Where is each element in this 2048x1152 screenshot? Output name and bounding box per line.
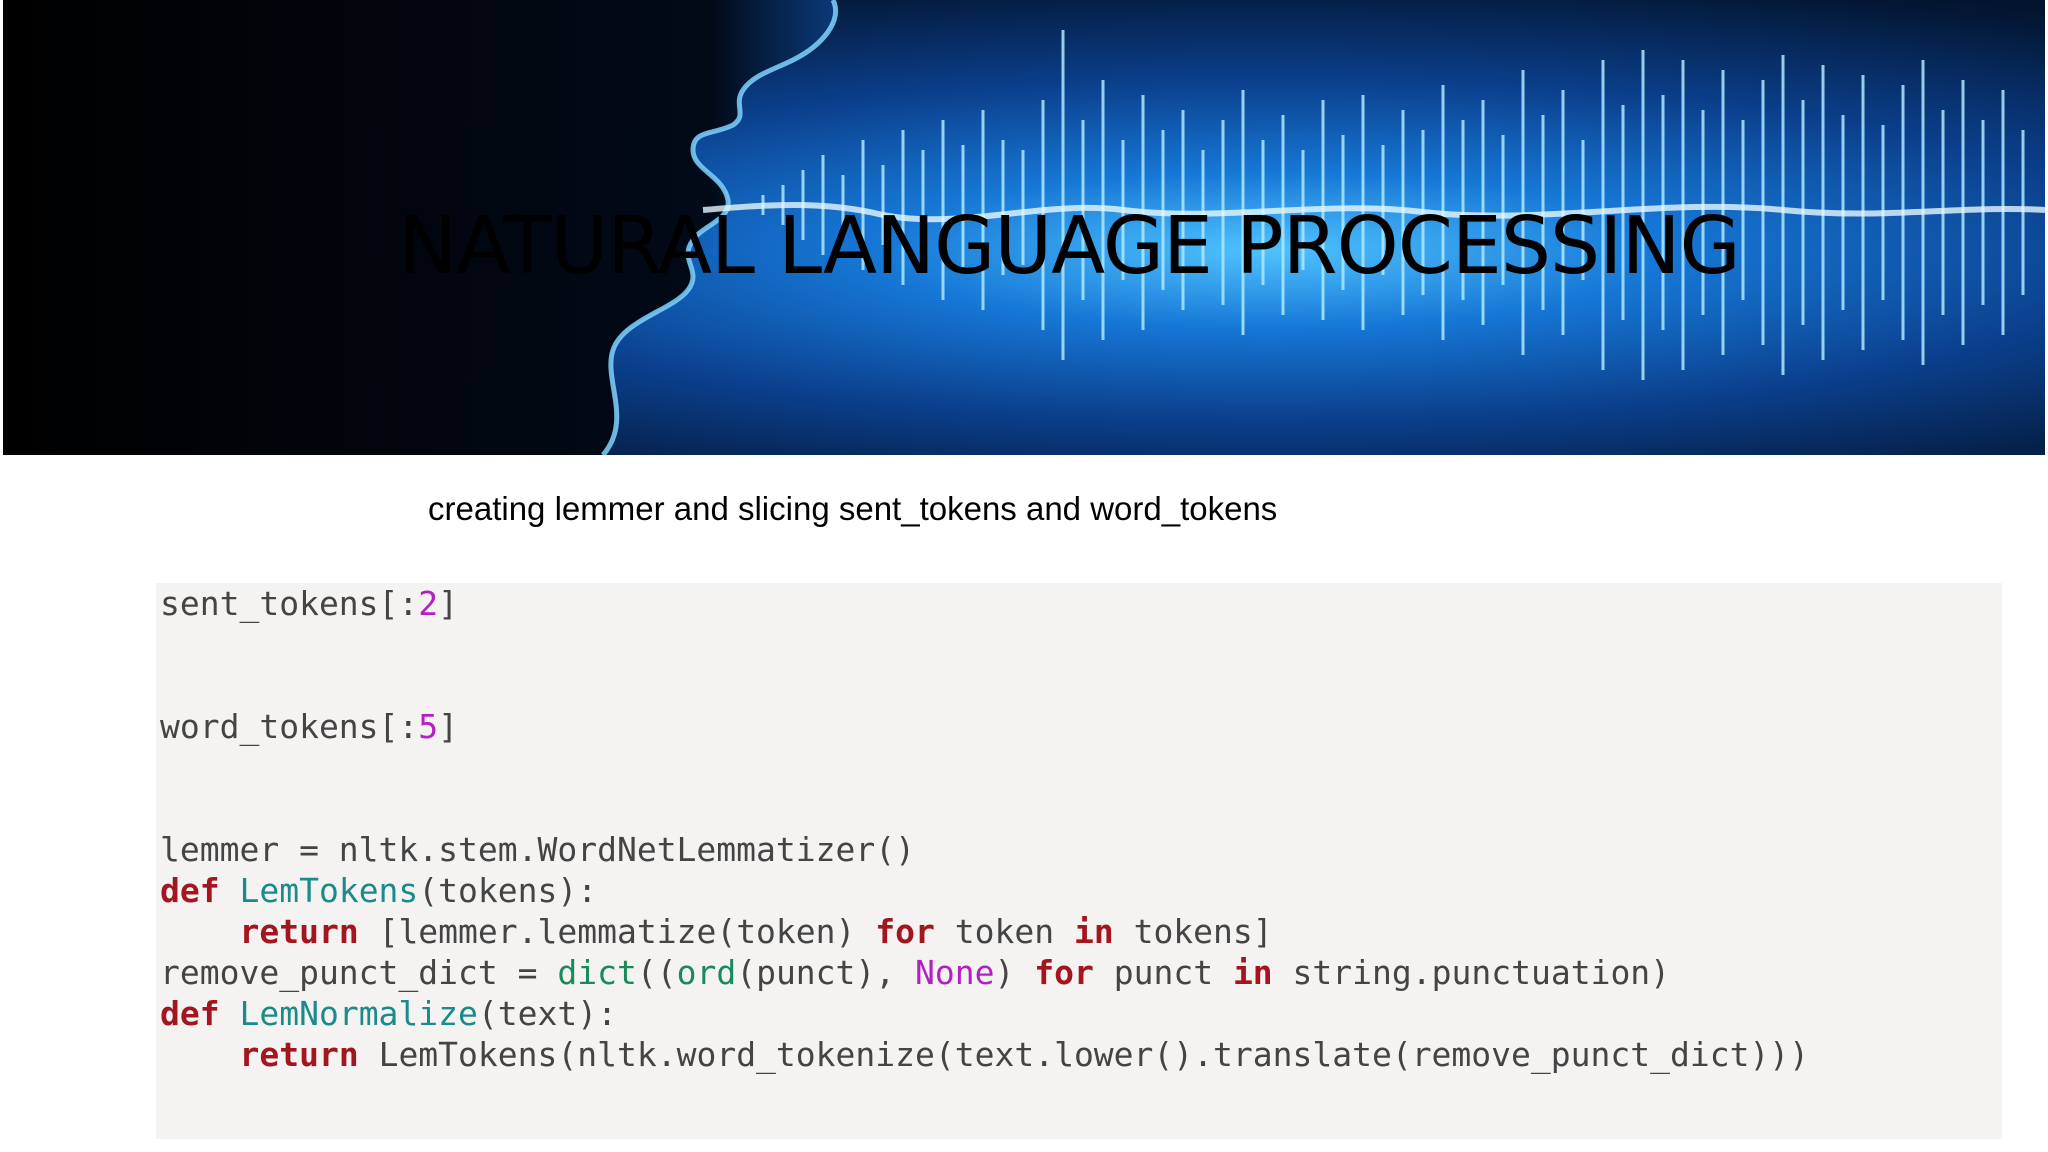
code-token: ] bbox=[438, 584, 459, 623]
code-function-name: LemTokens bbox=[239, 871, 419, 910]
code-number: 2 bbox=[418, 584, 439, 623]
code-keyword: def bbox=[160, 994, 220, 1033]
code-token: ) bbox=[994, 953, 1035, 992]
code-token: (tokens): bbox=[418, 871, 598, 910]
code-keyword: for bbox=[1034, 953, 1094, 992]
code-token: (text): bbox=[477, 994, 617, 1033]
banner-image: NATURAL LANGUAGE PROCESSING bbox=[3, 0, 2045, 455]
code-block: sent_tokens[:2] word_tokens[:5] lemmer =… bbox=[156, 583, 2002, 1139]
code-keyword: in bbox=[1073, 912, 1114, 951]
code-function-name: LemNormalize bbox=[239, 994, 478, 1033]
code-token: ] bbox=[438, 707, 459, 746]
code-token: tokens] bbox=[1113, 912, 1273, 951]
code-line-remove-punct-dict: remove_punct_dict = dict((ord(punct), No… bbox=[160, 952, 1670, 993]
code-line-def-lemtokens: def LemTokens(tokens): bbox=[160, 870, 597, 911]
page-title: NATURAL LANGUAGE PROCESSING bbox=[398, 200, 1741, 292]
code-token: token bbox=[934, 912, 1074, 951]
code-token: LemTokens(nltk.word_tokenize(text.lower(… bbox=[358, 1035, 1810, 1074]
code-token: punct bbox=[1093, 953, 1233, 992]
code-token: (punct), bbox=[736, 953, 916, 992]
code-token: [: bbox=[378, 584, 419, 623]
code-number: 5 bbox=[418, 707, 439, 746]
code-constant: None bbox=[915, 953, 995, 992]
code-keyword: return bbox=[239, 912, 359, 951]
code-token: remove_punct_dict = bbox=[160, 953, 558, 992]
slide-subtitle: creating lemmer and slicing sent_tokens … bbox=[428, 490, 1278, 527]
code-builtin: ord bbox=[676, 953, 737, 992]
code-line-def-lemnormalize: def LemNormalize(text): bbox=[160, 993, 617, 1034]
code-line-word-tokens: word_tokens[:5] bbox=[160, 706, 458, 747]
code-keyword: for bbox=[875, 912, 935, 951]
code-token: string.punctuation) bbox=[1272, 953, 1671, 992]
code-token: [lemmer.lemmatize(token) bbox=[358, 912, 876, 951]
code-token: word_tokens bbox=[160, 707, 379, 746]
code-line-return-lemtokens: return LemTokens(nltk.word_tokenize(text… bbox=[160, 1034, 1809, 1075]
slide: NATURAL LANGUAGE PROCESSING creating lem… bbox=[0, 0, 2048, 1152]
code-token: lemmer = nltk.stem.WordNetLemmatizer() bbox=[160, 830, 915, 869]
code-line-return-lemmatize: return [lemmer.lemmatize(token) for toke… bbox=[160, 911, 1273, 952]
code-line-sent-tokens: sent_tokens[:2] bbox=[160, 583, 458, 624]
code-keyword: return bbox=[239, 1035, 359, 1074]
code-token: (( bbox=[636, 953, 677, 992]
code-line-lemmer: lemmer = nltk.stem.WordNetLemmatizer() bbox=[160, 829, 915, 870]
code-builtin: dict bbox=[557, 953, 637, 992]
code-token: sent_tokens bbox=[160, 584, 379, 623]
code-token: [: bbox=[378, 707, 419, 746]
code-keyword: in bbox=[1232, 953, 1273, 992]
code-keyword: def bbox=[160, 871, 220, 910]
